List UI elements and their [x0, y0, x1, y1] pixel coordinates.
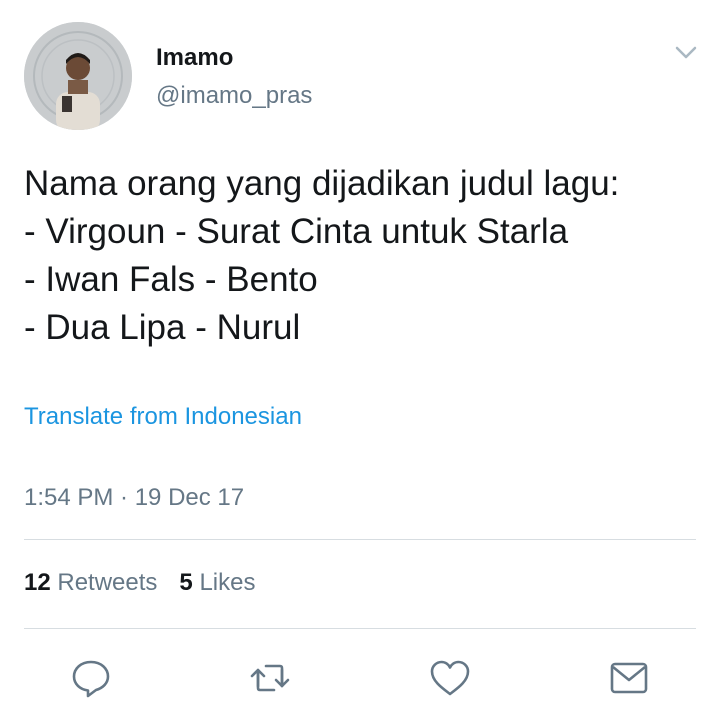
retweets-count: 12	[24, 569, 51, 596]
tweet-line: Nama orang yang dijadikan judul lagu:	[24, 164, 620, 203]
divider	[24, 628, 696, 629]
translate-link[interactable]: Translate from Indonesian	[24, 403, 302, 431]
reply-icon[interactable]	[69, 656, 113, 700]
retweets-stat[interactable]: 12 Retweets	[24, 569, 157, 596]
avatar[interactable]	[24, 22, 132, 130]
heart-icon[interactable]	[428, 656, 472, 700]
user-handle[interactable]: @imamo_pras	[156, 82, 312, 110]
avatar-photo	[24, 22, 132, 130]
likes-count: 5	[179, 569, 193, 596]
envelope-icon[interactable]	[607, 656, 651, 700]
retweets-label: Retweets	[57, 569, 158, 596]
display-name[interactable]: Imamo	[156, 44, 233, 72]
engagement-stats: 12 Retweets 5 Likes	[24, 569, 277, 597]
tweet-line: - Iwan Fals - Bento	[24, 260, 318, 299]
tweet-line: - Virgoun - Surat Cinta untuk Starla	[24, 212, 569, 251]
tweet-timestamp[interactable]: 1:54 PM · 19 Dec 17	[24, 484, 244, 512]
chevron-down-icon[interactable]	[672, 38, 700, 66]
tweet-line: - Dua Lipa - Nurul	[24, 308, 301, 347]
divider	[24, 539, 696, 540]
retweet-icon[interactable]	[248, 656, 292, 700]
likes-label: Likes	[199, 569, 256, 596]
likes-stat[interactable]: 5 Likes	[179, 569, 255, 596]
tweet-text: Nama orang yang dijadikan judul lagu: - …	[24, 160, 694, 352]
